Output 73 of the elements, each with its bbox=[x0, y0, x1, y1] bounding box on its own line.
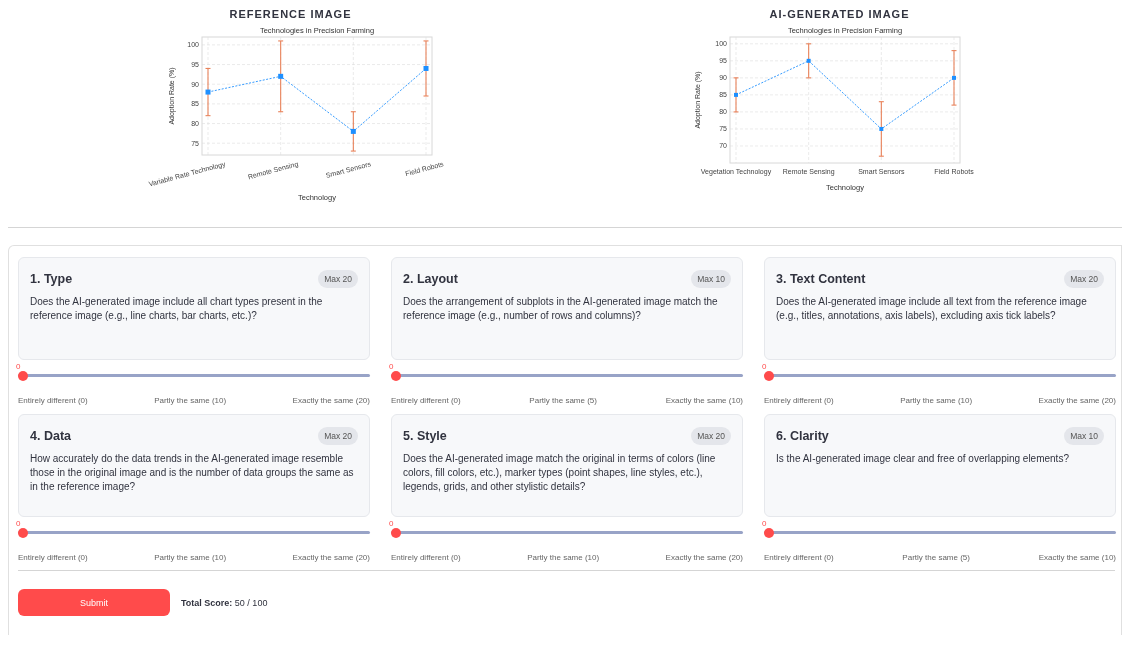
total-score: Total Score: 50 / 100 bbox=[181, 597, 268, 608]
slider-thumb[interactable] bbox=[764, 370, 774, 381]
slider-value: 0 bbox=[762, 362, 767, 371]
data-point bbox=[205, 89, 210, 95]
slider-thumb[interactable] bbox=[391, 527, 401, 538]
max-score-badge: Max 20 bbox=[318, 270, 358, 288]
data-point bbox=[806, 58, 811, 63]
data-point bbox=[423, 65, 428, 71]
scale-label: Partly the same (5) bbox=[902, 553, 970, 562]
data-point bbox=[878, 126, 883, 131]
scale-label: Partly the same (10) bbox=[527, 553, 600, 562]
score-slider[interactable] bbox=[764, 370, 1116, 381]
slider-thumb[interactable] bbox=[391, 370, 401, 381]
max-score-badge: Max 20 bbox=[1064, 270, 1104, 288]
scale-label: Partly the same (10) bbox=[900, 396, 973, 405]
max-score-badge: Max 20 bbox=[691, 427, 731, 445]
criterion-question: Does the AI-generated image match the original in terms of colors (line colors, fill colors, etc.), marker types (point shapes, line styles, etc.), legends, grids, and other stylistic details? bbox=[403, 452, 717, 494]
slider-value: 0 bbox=[16, 362, 21, 371]
slider-value: 0 bbox=[389, 362, 394, 371]
image-heading: AI-GENERATED IMAGE bbox=[769, 8, 910, 20]
scale-label: Exactly the same (20) bbox=[292, 553, 370, 562]
slider-thumb[interactable] bbox=[18, 527, 28, 538]
error-bar bbox=[950, 50, 957, 106]
criterion-title: 3. Text Content bbox=[776, 272, 866, 286]
slider-value: 0 bbox=[16, 519, 21, 528]
error-bar bbox=[204, 67, 211, 117]
criterion-title: 5. Style bbox=[403, 429, 447, 443]
criterion-question: Does the AI-generated image include all text from the reference image (e.g., titles, annotations, axis labels), excluding axis tick labels? bbox=[776, 295, 1088, 323]
submit-button[interactable]: Submit bbox=[18, 589, 170, 616]
error-bar bbox=[349, 111, 356, 152]
scale-label: Entirely different (0) bbox=[764, 396, 834, 405]
scale-label: Entirely different (0) bbox=[764, 553, 834, 562]
score-slider[interactable] bbox=[18, 527, 370, 538]
max-score-badge: Max 20 bbox=[318, 427, 358, 445]
scale-label: Entirely different (0) bbox=[18, 553, 88, 562]
scale-label: Partly the same (10) bbox=[154, 396, 227, 405]
slider-value: 0 bbox=[389, 519, 394, 528]
score-slider[interactable] bbox=[391, 527, 743, 538]
slider-thumb[interactable] bbox=[18, 370, 28, 381]
criterion-title: 6. Clarity bbox=[776, 429, 829, 443]
slider-thumb[interactable] bbox=[764, 527, 774, 538]
error-bar bbox=[732, 77, 739, 113]
scale-label: Entirely different (0) bbox=[18, 396, 88, 405]
error-bar bbox=[877, 101, 884, 157]
criterion-question: Is the AI-generated image clear and free of overlapping elements? bbox=[776, 452, 1070, 466]
data-point bbox=[951, 75, 956, 80]
score-slider[interactable] bbox=[391, 370, 743, 381]
error-bar bbox=[805, 43, 812, 79]
criterion-title: 2. Layout bbox=[403, 272, 458, 286]
scale-label: Partly the same (5) bbox=[529, 396, 597, 405]
data-point bbox=[277, 73, 283, 79]
scale-label: Partly the same (10) bbox=[154, 553, 227, 562]
data-point bbox=[733, 92, 738, 97]
scale-label: Exactly the same (20) bbox=[1038, 396, 1116, 405]
criterion-question: Does the AI-generated image include all chart types present in the reference image (e.g., line charts, bar charts, etc.)? bbox=[30, 295, 324, 323]
scale-label: Entirely different (0) bbox=[391, 553, 461, 562]
scale-label: Exactly the same (10) bbox=[665, 396, 743, 405]
criterion-question: How accurately do the data trends in the AI-generated image resemble those in the original image and is the number of data groups the same as in the reference image? bbox=[30, 452, 355, 494]
scale-label: Entirely different (0) bbox=[391, 396, 461, 405]
max-score-badge: Max 10 bbox=[691, 270, 731, 288]
data-point bbox=[350, 128, 356, 134]
scale-label: Exactly the same (20) bbox=[665, 553, 743, 562]
max-score-badge: Max 10 bbox=[1064, 427, 1104, 445]
criterion-title: 4. Data bbox=[30, 429, 71, 443]
criterion-question: Does the arrangement of subplots in the AI-generated image match the reference image (e.g., number of rows and columns)? bbox=[403, 295, 719, 323]
image-heading: REFERENCE IMAGE bbox=[229, 8, 352, 20]
scale-label: Exactly the same (10) bbox=[1038, 553, 1116, 562]
slider-value: 0 bbox=[762, 519, 767, 528]
score-slider[interactable] bbox=[764, 527, 1116, 538]
error-bar bbox=[422, 40, 429, 97]
criterion-title: 1. Type bbox=[30, 272, 73, 286]
score-slider[interactable] bbox=[18, 370, 370, 381]
scale-label: Exactly the same (20) bbox=[292, 396, 370, 405]
